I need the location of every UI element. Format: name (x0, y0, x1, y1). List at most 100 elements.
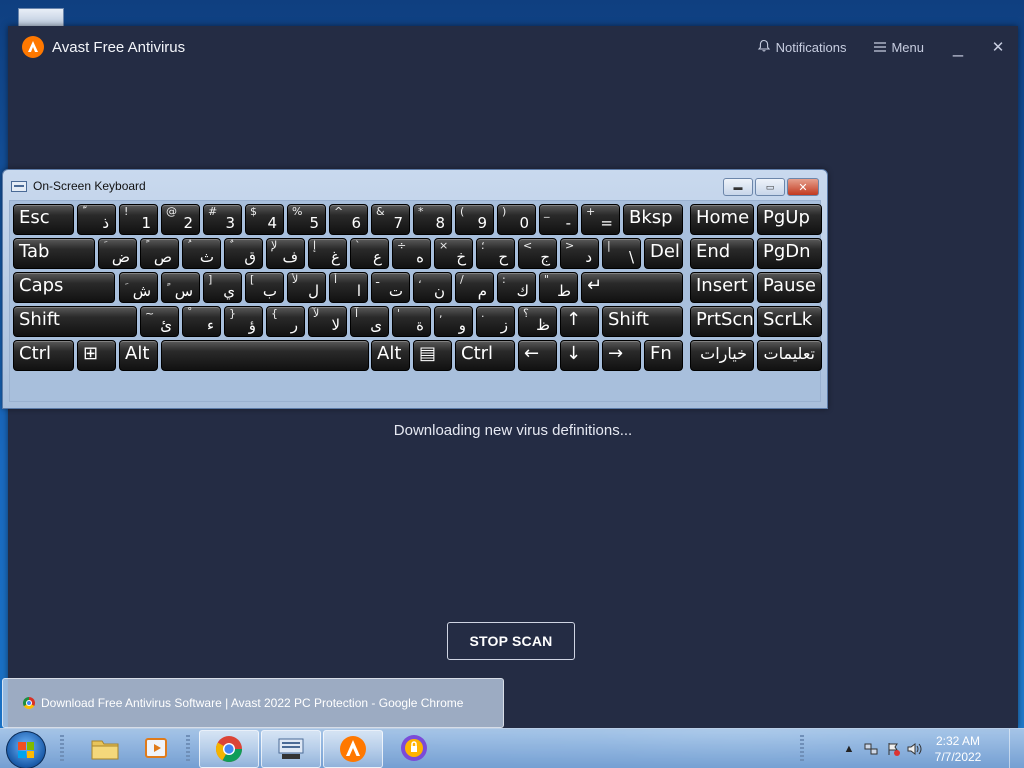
osk-key-char[interactable]: ٌق (224, 238, 263, 269)
osk-key-char[interactable]: @2 (161, 204, 200, 235)
osk-key-char[interactable]: ! 1 (119, 204, 158, 235)
osk-key-esc[interactable]: Esc (13, 204, 74, 235)
menu-button[interactable]: Menu (860, 26, 938, 68)
osk-key-char[interactable]: / م (455, 272, 494, 303)
osk-key-char[interactable]: {ر (266, 306, 305, 337)
osk-key-char[interactable]: } ؤ (224, 306, 263, 337)
osk-key-insert[interactable]: Insert (690, 272, 754, 303)
osk-key-char[interactable]: :ك (497, 272, 536, 303)
osk-key-char[interactable]: < ج (518, 238, 557, 269)
osk-key-space[interactable] (161, 340, 369, 371)
osk-key-scrlk[interactable]: ScrLk (757, 306, 822, 337)
osk-key-symbol[interactable]: ← (518, 340, 557, 371)
osk-key-shift[interactable]: Shift (602, 306, 683, 337)
osk-key-char[interactable]: لآ لا (308, 306, 347, 337)
osk-key-symbol[interactable]: ▤ (413, 340, 452, 371)
stop-scan-button[interactable]: STOP SCAN (447, 622, 575, 660)
osk-key-char[interactable]: (9 (455, 204, 494, 235)
notifications-button[interactable]: Notifications (743, 26, 861, 68)
osk-key-char[interactable]: % 5 (287, 204, 326, 235)
action-center-flag-icon[interactable] (885, 741, 901, 757)
osk-key-char[interactable]: #3 (203, 204, 242, 235)
osk-key-del[interactable]: Del (644, 238, 683, 269)
osk-key-char[interactable]: ] ي (203, 272, 242, 303)
osk-key-char[interactable]: × خ (434, 238, 473, 269)
osk-key-char[interactable]: [ب (245, 272, 284, 303)
osk-key-char[interactable]: لأ ل (287, 272, 326, 303)
taskbar-osk[interactable] (261, 730, 321, 768)
osk-key-char[interactable]: & 7 (371, 204, 410, 235)
osk-key-char[interactable]: _ - (539, 204, 578, 235)
osk-key-char[interactable]: ÷ ه (392, 238, 431, 269)
osk-key-pause[interactable]: Pause (757, 272, 822, 303)
taskbar-avast[interactable] (323, 730, 383, 768)
osk-key-char[interactable]: ) 0 (497, 204, 536, 235)
taskbar-explorer[interactable] (76, 730, 134, 766)
osk-key-char[interactable]: أا (329, 272, 368, 303)
taskbar-chrome[interactable] (199, 730, 259, 768)
osk-key-symbol[interactable]: ↑ (560, 306, 599, 337)
osk-key-char[interactable]: ًص (140, 238, 179, 269)
osk-key-symbol[interactable]: ⊞ (77, 340, 116, 371)
osk-key-char[interactable]: ِش (119, 272, 158, 303)
clock[interactable]: 2:32 AM 7/7/2022 (926, 733, 990, 765)
osk-key-char[interactable]: + = (581, 204, 620, 235)
osk-key-shift[interactable]: Shift (13, 306, 137, 337)
osk-key-char[interactable]: ـت (371, 272, 410, 303)
osk-key-alt[interactable]: Alt (371, 340, 410, 371)
osk-key-fn[interactable]: Fn (644, 340, 683, 371)
osk-key-char[interactable]: ؛ ح (476, 238, 515, 269)
osk-key-home[interactable]: Home (690, 204, 754, 235)
osk-key-symbol[interactable]: خيارات (690, 340, 754, 371)
osk-key-char[interactable]: " ط (539, 272, 578, 303)
osk-key-char[interactable]: إغ (308, 238, 347, 269)
osk-key-bksp[interactable]: Bksp (623, 204, 683, 235)
osk-key-prtscn[interactable]: PrtScn (690, 306, 754, 337)
osk-key-ctrl[interactable]: Ctrl (13, 340, 74, 371)
osk-key-char[interactable]: * 8 (413, 204, 452, 235)
osk-key-shift-label: | (607, 239, 611, 252)
osk-key-alt[interactable]: Alt (119, 340, 158, 371)
osk-close-button[interactable]: ✕ (787, 178, 819, 196)
osk-key-char[interactable]: ' ة (392, 306, 431, 337)
osk-key-pgup[interactable]: PgUp (757, 204, 822, 235)
osk-key-char[interactable]: ّذ (77, 204, 116, 235)
osk-key-char[interactable]: .ز (476, 306, 515, 337)
volume-icon[interactable] (907, 741, 923, 757)
osk-key-symbol[interactable]: تعليمات (757, 340, 822, 371)
osk-key-char[interactable]: لإ ف (266, 238, 305, 269)
osk-key-char[interactable]: > د (560, 238, 599, 269)
osk-key-pgdn[interactable]: PgDn (757, 238, 822, 269)
close-button[interactable]: ✕ (978, 26, 1018, 68)
osk-key-char[interactable]: ^ 6 (329, 204, 368, 235)
osk-key-symbol[interactable]: → (602, 340, 641, 371)
chrome-window-preview[interactable]: Download Free Antivirus Software | Avast… (2, 678, 504, 728)
osk-key-char[interactable]: ، ن (413, 272, 452, 303)
start-button[interactable] (6, 731, 46, 768)
osk-key-caps[interactable]: Caps (13, 272, 115, 303)
osk-key-char[interactable]: آى (350, 306, 389, 337)
taskbar-media-player[interactable] (134, 730, 180, 766)
osk-key-char[interactable]: ٍس (161, 272, 200, 303)
network-icon[interactable] (863, 741, 879, 757)
osk-key-char[interactable]: ْء (182, 306, 221, 337)
osk-key-char[interactable]: $4 (245, 204, 284, 235)
osk-key-ctrl[interactable]: Ctrl (455, 340, 515, 371)
osk-key-char[interactable]: ` ع (350, 238, 389, 269)
show-hidden-icons-icon[interactable]: ▲ (841, 741, 857, 757)
osk-key-symbol[interactable]: ↓ (560, 340, 599, 371)
osk-key-char[interactable]: ؟ ظ (518, 306, 557, 337)
osk-key-end[interactable]: End (690, 238, 754, 269)
osk-key-char[interactable]: | \ (602, 238, 641, 269)
osk-key-symbol[interactable]: ↵ (581, 272, 683, 303)
osk-key-tab[interactable]: Tab (13, 238, 95, 269)
taskbar-avast-secure-browser[interactable] (385, 730, 443, 766)
osk-maximize-button[interactable]: ▭ (755, 178, 785, 196)
minimize-button[interactable]: _ (938, 26, 978, 68)
osk-key-char[interactable]: ,و (434, 306, 473, 337)
osk-key-char[interactable]: َض (98, 238, 137, 269)
osk-key-char[interactable]: ~ ئ (140, 306, 179, 337)
show-desktop-button[interactable] (1009, 729, 1024, 768)
osk-minimize-button[interactable]: ▬ (723, 178, 753, 196)
osk-key-char[interactable]: ُث (182, 238, 221, 269)
